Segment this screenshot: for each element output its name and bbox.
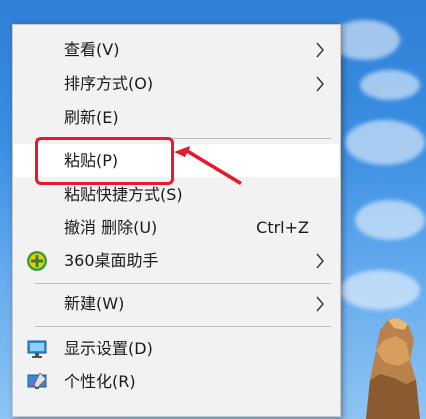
context-menu: 查看(V) 排序方式(O) 刷新(E) 粘贴(P) 粘贴快捷方式(S) 撤消 删…: [12, 24, 341, 417]
personalize-icon: [27, 372, 47, 389]
menu-item-shortcut: Ctrl+Z: [256, 218, 309, 237]
menu-item-undo-delete[interactable]: 撤消 删除(U) Ctrl+Z: [14, 211, 339, 244]
annotation-arrow: [174, 146, 242, 185]
menu-item-360-assistant[interactable]: 360桌面助手: [14, 244, 339, 277]
menu-separator: [35, 283, 331, 284]
chevron-right-icon: [316, 296, 324, 312]
chevron-right-icon: [316, 76, 324, 92]
360-assistant-icon: [27, 251, 47, 271]
menu-item-personalize[interactable]: 个性化(R): [14, 365, 339, 398]
menu-item-label: 360桌面助手: [64, 251, 159, 270]
paste-highlight-box: [35, 137, 174, 185]
menu-item-label: 排序方式(O): [64, 74, 154, 93]
menu-item-display-settings[interactable]: 显示设置(D): [14, 332, 339, 365]
menu-item-new[interactable]: 新建(W): [14, 287, 339, 320]
chevron-right-icon: [316, 253, 324, 269]
menu-item-label: 新建(W): [64, 294, 125, 313]
cloud-decoration: [355, 200, 425, 240]
cloud-decoration: [360, 70, 420, 100]
menu-separator: [35, 326, 331, 327]
menu-item-sort[interactable]: 排序方式(O): [14, 67, 339, 100]
menu-item-label: 查看(V): [64, 40, 120, 59]
menu-item-label: 刷新(E): [64, 108, 119, 127]
menu-item-view[interactable]: 查看(V): [14, 33, 339, 66]
display-settings-icon: [27, 340, 47, 358]
menu-item-label: 显示设置(D): [64, 339, 153, 358]
menu-item-label: 撤消 删除(U): [64, 218, 158, 237]
chevron-right-icon: [316, 42, 324, 58]
cloud-decoration: [345, 120, 425, 165]
menu-item-label: 个性化(R): [64, 372, 136, 391]
rock-formation: [366, 318, 420, 419]
menu-item-refresh[interactable]: 刷新(E): [14, 101, 339, 134]
